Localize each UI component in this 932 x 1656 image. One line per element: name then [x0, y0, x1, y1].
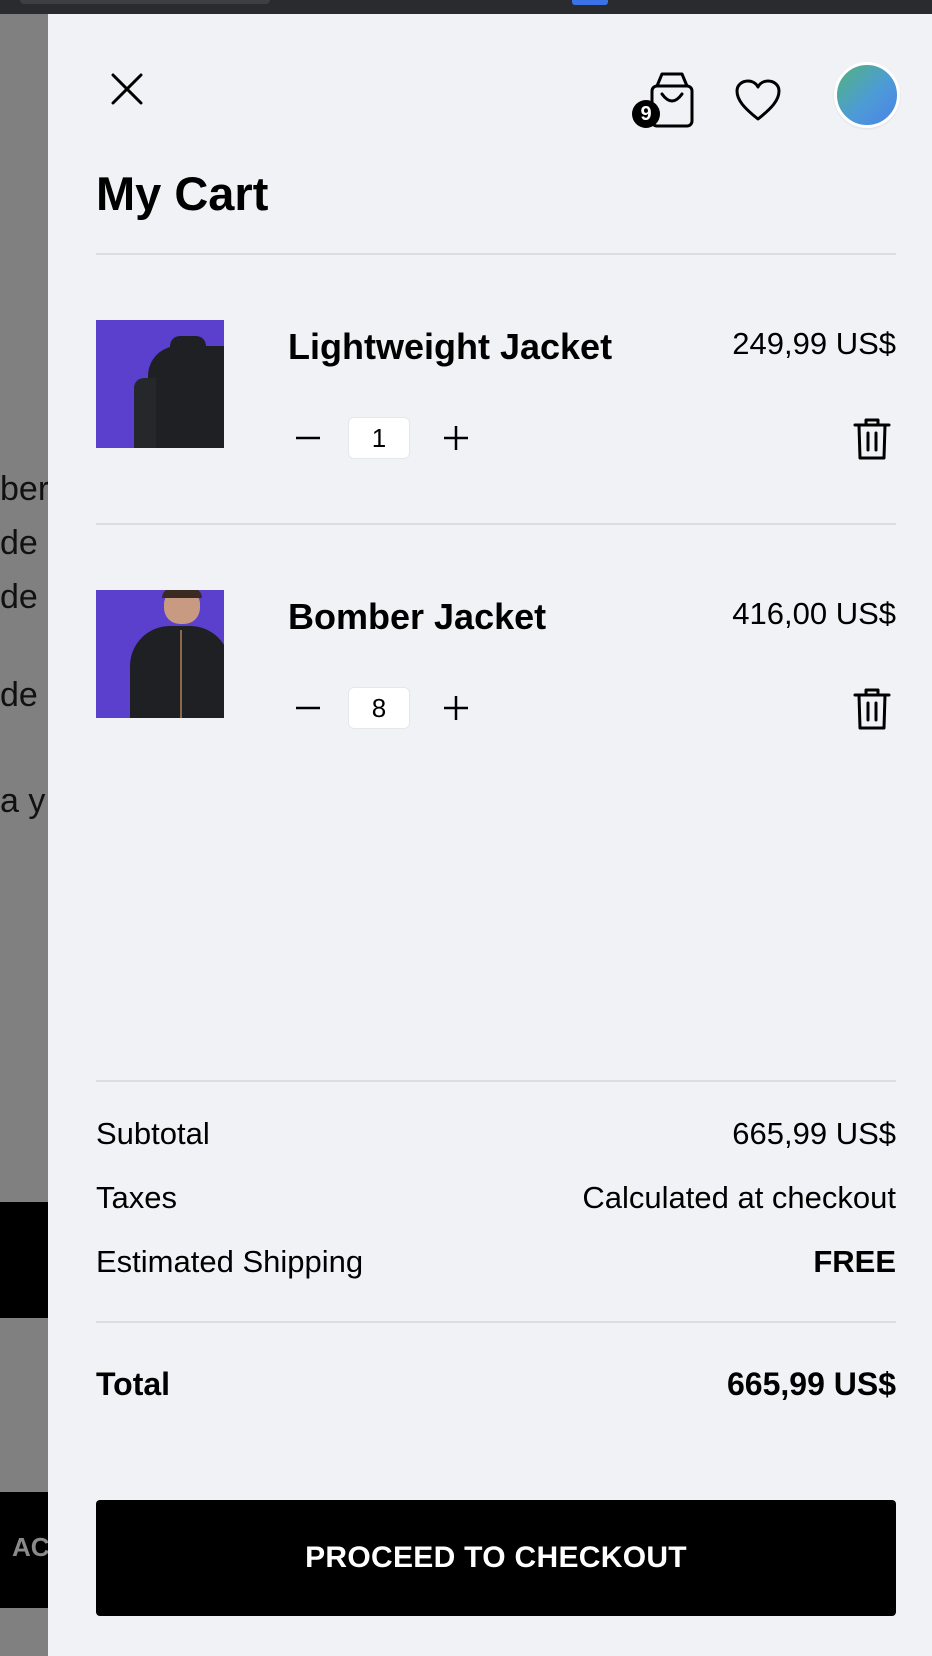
taxes-value: Calculated at checkout	[582, 1180, 896, 1215]
total-label: Total	[96, 1366, 171, 1402]
product-image[interactable]	[96, 590, 224, 718]
quantity-input[interactable]: 8	[348, 687, 410, 729]
trash-icon	[853, 688, 891, 730]
product-image[interactable]	[96, 320, 224, 448]
background-text: de a	[0, 524, 48, 562]
shipping-label: Estimated Shipping	[96, 1244, 364, 1279]
trash-icon	[853, 418, 891, 460]
close-button[interactable]	[96, 58, 158, 120]
total-value: 665,99 US$	[726, 1366, 896, 1402]
divider	[96, 523, 896, 525]
subtotal-value: 665,99 US$	[732, 1116, 896, 1151]
background-text: de a	[0, 578, 48, 616]
taxes-label: Taxes	[96, 1180, 177, 1215]
cart-item: Lightweight Jacket 249,99 US$ 1	[96, 320, 896, 460]
minus-icon	[296, 706, 320, 710]
heart-icon	[735, 79, 781, 121]
product-name[interactable]: Lightweight Jacket	[288, 326, 612, 368]
cart-count-badge: 9	[632, 100, 660, 128]
divider	[96, 253, 896, 255]
decrease-quantity-button[interactable]	[286, 686, 330, 730]
background-text: ber	[0, 470, 48, 508]
background-page-overlay: ber de a de a de a y AC	[0, 14, 48, 1656]
divider	[96, 1080, 896, 1082]
checkout-button[interactable]: PROCEED TO CHECKOUT	[96, 1500, 896, 1616]
product-price: 249,99 US$	[732, 326, 896, 361]
product-name[interactable]: Bomber Jacket	[288, 596, 546, 638]
cart-item: Bomber Jacket 416,00 US$ 8	[96, 590, 896, 730]
remove-item-button[interactable]	[848, 684, 896, 734]
close-icon	[111, 73, 143, 105]
minus-icon	[296, 436, 320, 440]
quantity-input[interactable]: 1	[348, 417, 410, 459]
shipping-value: FREE	[813, 1244, 896, 1279]
increase-quantity-button[interactable]	[434, 686, 478, 730]
plus-icon	[444, 696, 468, 720]
divider	[96, 1321, 896, 1323]
browser-top-bar	[0, 0, 932, 14]
background-text: a y	[0, 782, 46, 820]
wishlist-button[interactable]	[730, 72, 786, 128]
product-price: 416,00 US$	[732, 596, 896, 631]
top-bar-tab	[20, 0, 270, 4]
increase-quantity-button[interactable]	[434, 416, 478, 460]
background-text: de	[0, 676, 38, 714]
page-title: My Cart	[96, 167, 269, 220]
decrease-quantity-button[interactable]	[286, 416, 330, 460]
background-button-label: AC	[12, 1532, 48, 1562]
user-avatar[interactable]	[834, 62, 900, 128]
top-bar-indicator	[572, 0, 608, 5]
remove-item-button[interactable]	[848, 414, 896, 464]
plus-icon	[444, 426, 468, 450]
cart-drawer: 9 My Cart Lightweight Jacket 249,99 US$ …	[48, 14, 932, 1656]
subtotal-label: Subtotal	[96, 1116, 210, 1151]
background-button	[0, 1202, 48, 1318]
